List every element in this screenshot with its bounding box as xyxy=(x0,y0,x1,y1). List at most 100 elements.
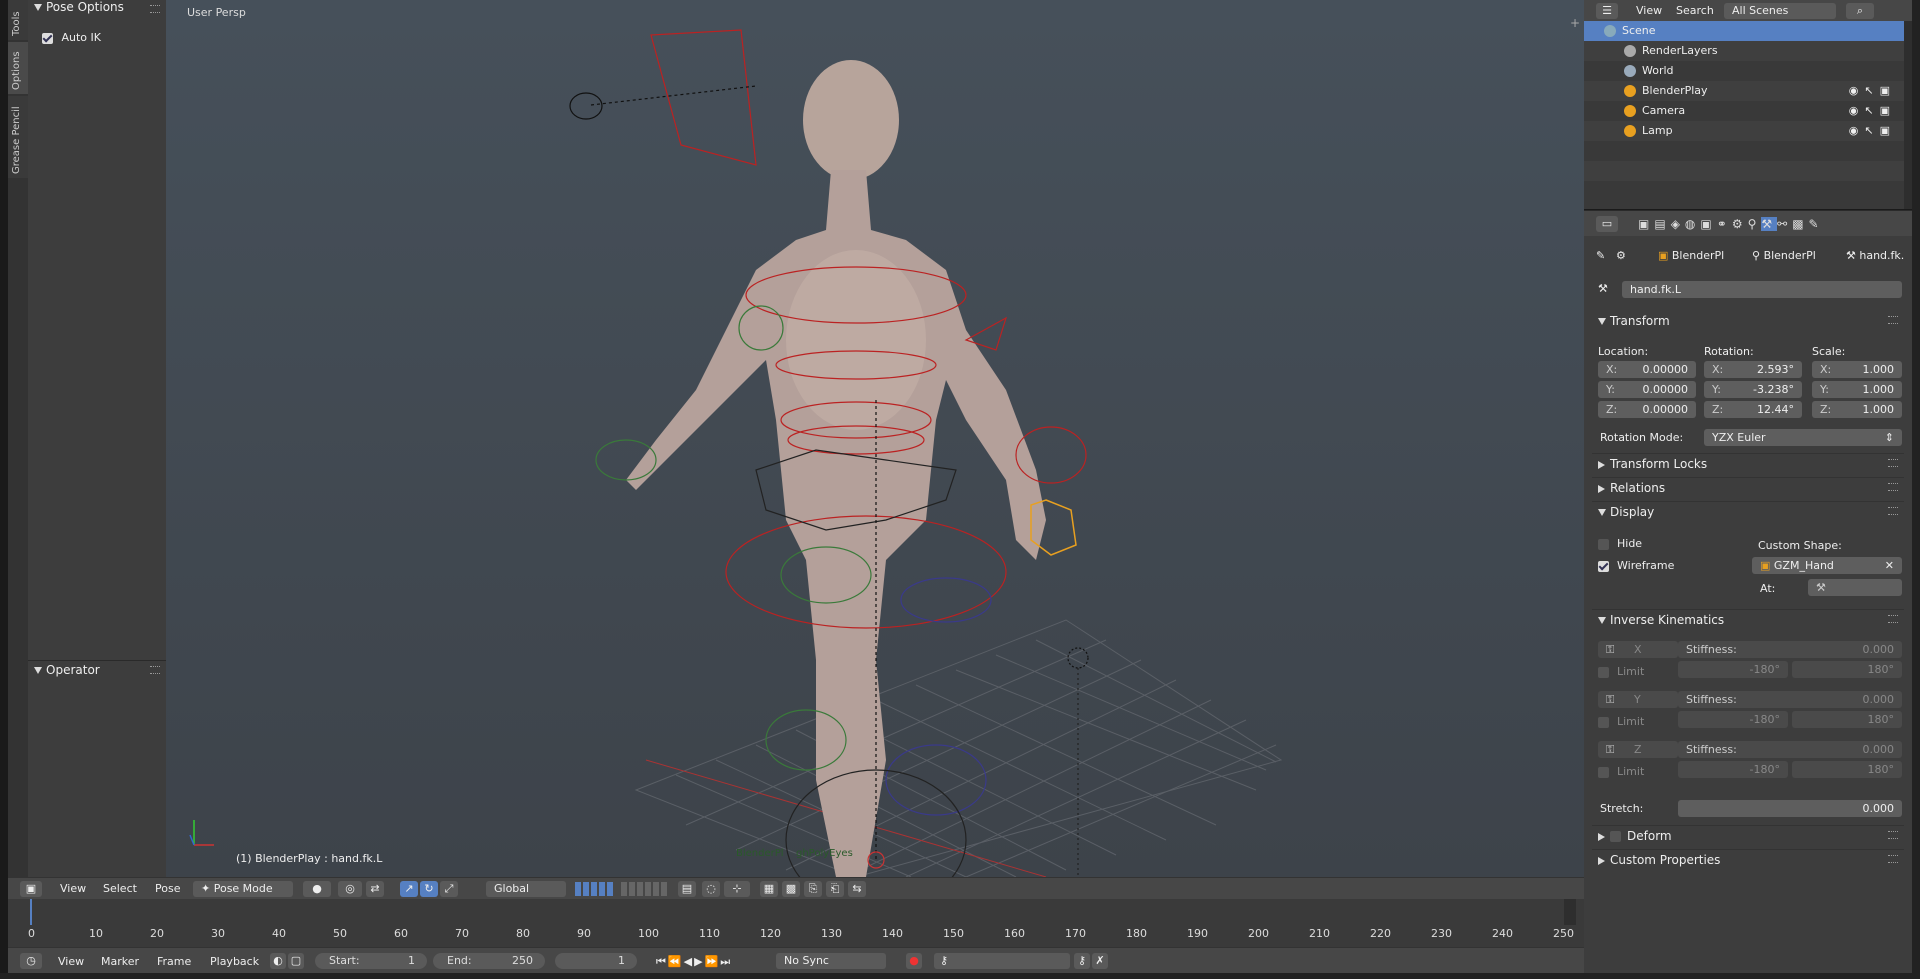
context-tabs[interactable]: ▣▤◈◍▣⚭⚙⚲⚒⚯▩✎ xyxy=(1638,217,1824,231)
jump-keyframe-back-icon[interactable]: ⏪ xyxy=(668,955,684,968)
rotation-x-field[interactable]: X: 2.593° xyxy=(1704,361,1802,378)
insert-keyframe-button[interactable]: ⚷ xyxy=(1074,953,1090,969)
scene-tab-icon[interactable]: ◈ xyxy=(1671,217,1685,231)
orientation-selector[interactable]: Global xyxy=(486,881,566,897)
display-filter-selector[interactable]: All Scenes xyxy=(1724,3,1836,19)
snap-element-button[interactable]: ⊹ xyxy=(724,881,750,897)
current-frame-indicator[interactable] xyxy=(30,899,32,925)
rotation-y-field[interactable]: Y: -3.238° xyxy=(1704,381,1802,398)
scale-manipulator[interactable]: ⤢ xyxy=(440,881,458,897)
jump-keyframe-forward-icon[interactable]: ⏩ xyxy=(705,955,721,968)
translate-manipulator[interactable]: ↗ xyxy=(400,881,418,897)
drag-grip-icon[interactable] xyxy=(1888,483,1898,491)
menu-view[interactable]: View xyxy=(58,955,84,968)
clear-icon[interactable]: ✕ xyxy=(1885,557,1894,574)
drag-grip-icon[interactable] xyxy=(1888,831,1898,839)
ik-limit-min-field[interactable]: -180° xyxy=(1678,661,1788,678)
wireframe-checkbox[interactable] xyxy=(1598,560,1609,572)
auto-ik-option[interactable]: Auto IK xyxy=(42,31,101,44)
outliner-row[interactable]: BlenderPlay ◉↖▣ xyxy=(1584,81,1912,101)
hide-checkbox[interactable] xyxy=(1598,538,1609,550)
timeline-scrollbar[interactable] xyxy=(1564,899,1576,925)
drag-grip-icon[interactable] xyxy=(1888,855,1898,863)
auto-ik-checkbox[interactable] xyxy=(42,32,53,44)
display-panel-header[interactable]: Display xyxy=(1592,501,1904,522)
outliner-row[interactable]: Scene xyxy=(1584,21,1912,41)
layers-grid-b[interactable] xyxy=(621,882,669,896)
render-button[interactable]: ▦ xyxy=(760,881,778,897)
editor-type-icon[interactable]: ▭ xyxy=(1596,216,1618,232)
location-y-field[interactable]: Y: 0.00000 xyxy=(1598,381,1696,398)
deform-panel-header[interactable]: Deform xyxy=(1592,825,1904,846)
ik-limit-z-option[interactable]: Limit xyxy=(1598,765,1644,778)
ik-limit-min-field[interactable]: -180° xyxy=(1678,761,1788,778)
ik-limit-max-field[interactable]: 180° xyxy=(1792,661,1902,678)
playback-controls[interactable]: ⏮⏪◀▶⏩⏭ xyxy=(656,955,732,969)
armature-tab-icon[interactable]: ⚲ xyxy=(1748,217,1762,231)
bone-name-field[interactable]: hand.fk.L xyxy=(1622,281,1902,298)
ik-limit-min-field[interactable]: -180° xyxy=(1678,711,1788,728)
menu-pose[interactable]: Pose xyxy=(155,882,180,895)
hide-option[interactable]: Hide xyxy=(1598,537,1642,550)
menu-frame[interactable]: Frame xyxy=(157,955,191,968)
render-anim-button[interactable]: ▩ xyxy=(782,881,800,897)
ik-stretch-field[interactable]: 0.000 xyxy=(1678,800,1902,817)
visibility-toggles[interactable]: ◉↖▣ xyxy=(1849,121,1896,141)
transform-locks-panel-header[interactable]: Transform Locks xyxy=(1592,453,1904,474)
jump-start-icon[interactable]: ⏮ xyxy=(656,955,668,968)
tab-tools[interactable]: Tools xyxy=(8,0,28,40)
tab-grease-pencil[interactable]: Grease Pencil xyxy=(8,96,28,178)
ik-stiffness-y-field[interactable]: Stiffness: 0.000 xyxy=(1678,691,1902,708)
menu-marker[interactable]: Marker xyxy=(101,955,139,968)
outliner-row[interactable]: World xyxy=(1584,61,1912,81)
pivot-selector[interactable]: ◎ xyxy=(338,881,362,897)
pose-copy-button[interactable]: ⎘ xyxy=(804,881,822,897)
end-frame-field[interactable]: End: 250 xyxy=(433,953,545,969)
visibility-toggles[interactable]: ◉↖▣ xyxy=(1849,101,1896,121)
editor-type-icon[interactable]: ▣ xyxy=(20,881,42,897)
custom-shape-field[interactable]: ▣ GZM_Hand ✕ xyxy=(1752,557,1902,574)
wireframe-option[interactable]: Wireframe xyxy=(1598,559,1674,572)
preview-range-button[interactable]: ◐ xyxy=(270,953,286,969)
lock-layers-button[interactable]: ▤ xyxy=(678,881,696,897)
drag-grip-icon[interactable] xyxy=(1888,459,1898,467)
rotation-z-field[interactable]: Z: 12.44° xyxy=(1704,401,1802,418)
ik-limit-max-field[interactable]: 180° xyxy=(1792,761,1902,778)
cursor-icon[interactable]: ↖ xyxy=(1864,84,1879,97)
limit-checkbox[interactable] xyxy=(1598,716,1609,728)
cursor-icon[interactable]: ↖ xyxy=(1864,124,1879,137)
drag-grip-icon[interactable] xyxy=(1888,507,1898,515)
jump-end-icon[interactable]: ⏭ xyxy=(720,955,732,968)
editor-type-icon[interactable]: ◷ xyxy=(20,953,42,969)
outliner-row[interactable]: RenderLayers xyxy=(1584,41,1912,61)
outliner-row[interactable]: Camera ◉↖▣ xyxy=(1584,101,1912,121)
ik-lock-z-toggle[interactable]: ⚿ Z xyxy=(1598,741,1678,758)
proportional-edit-button[interactable]: ◌ xyxy=(702,881,720,897)
drag-grip-icon[interactable] xyxy=(150,5,160,13)
start-frame-field[interactable]: Start: 1 xyxy=(315,953,427,969)
auto-keying-button[interactable]: ● xyxy=(906,953,922,969)
mode-selector[interactable]: ✦ Pose Mode xyxy=(193,881,293,897)
limit-checkbox[interactable] xyxy=(1598,766,1609,778)
pin-icon[interactable]: ✎ xyxy=(1596,249,1605,262)
lock-range-button[interactable]: ▢ xyxy=(288,953,304,969)
ik-limit-max-field[interactable]: 180° xyxy=(1792,711,1902,728)
render-tab-icon[interactable]: ▣ xyxy=(1638,217,1654,231)
constraints-tab-icon[interactable]: ⚭ xyxy=(1717,217,1732,231)
texture-tab-icon[interactable]: ▩ xyxy=(1792,217,1808,231)
render-layers-tab-icon[interactable]: ▤ xyxy=(1654,217,1670,231)
camera-render-icon[interactable]: ▣ xyxy=(1880,84,1896,97)
sync-mode-selector[interactable]: No Sync xyxy=(776,953,886,969)
outliner-row[interactable]: Lamp ◉↖▣ xyxy=(1584,121,1912,141)
object-tab-icon[interactable]: ▣ xyxy=(1700,217,1716,231)
eye-icon[interactable]: ◉ xyxy=(1849,104,1865,117)
ik-stiffness-z-field[interactable]: Stiffness: 0.000 xyxy=(1678,741,1902,758)
menu-playback[interactable]: Playback xyxy=(210,955,259,968)
bone-constraints-tab-icon[interactable]: ⚯ xyxy=(1777,217,1792,231)
editor-type-icon[interactable]: ☰ xyxy=(1596,3,1618,19)
ik-lock-y-toggle[interactable]: ⚿ Y xyxy=(1598,691,1678,708)
rotate-manipulator[interactable]: ↻ xyxy=(420,881,438,897)
camera-render-icon[interactable]: ▣ xyxy=(1880,104,1896,117)
ik-panel-header[interactable]: Inverse Kinematics xyxy=(1592,609,1904,630)
ik-limit-x-option[interactable]: Limit xyxy=(1598,665,1644,678)
